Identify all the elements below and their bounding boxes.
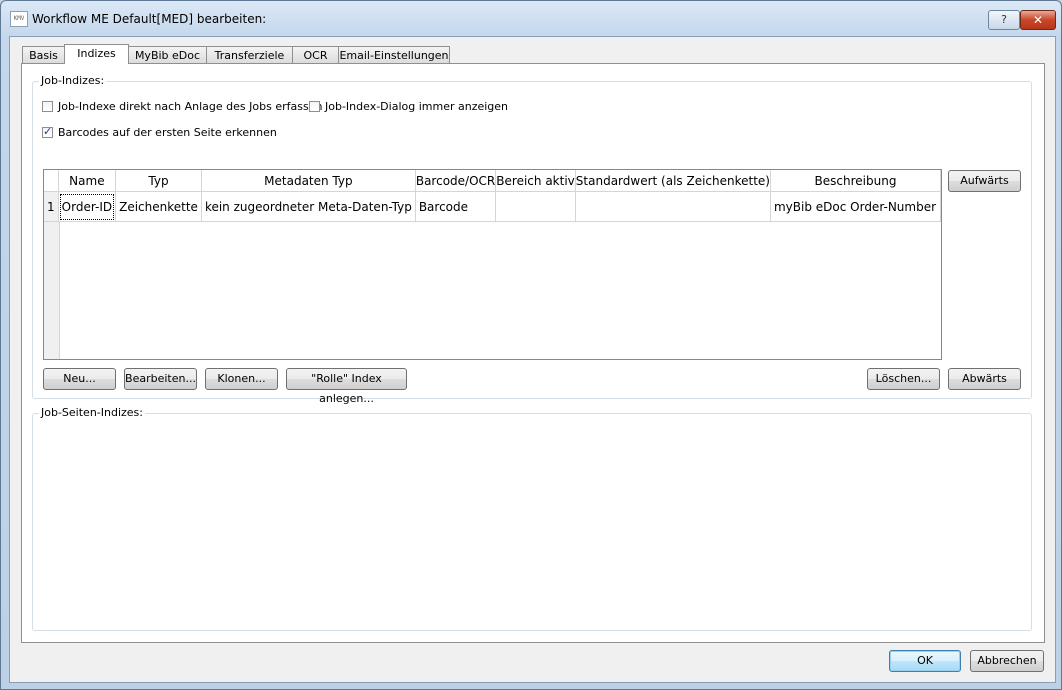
- move-down-button[interactable]: Abwärts: [948, 368, 1021, 390]
- row-number[interactable]: 1: [44, 191, 59, 222]
- column-header[interactable]: Metadaten Typ: [201, 170, 416, 192]
- column-header[interactable]: Beschreibung: [770, 170, 941, 192]
- edit-index-button[interactable]: Bearbeiten...: [124, 368, 197, 390]
- create-after-label: Job-Indexe direkt nach Anlage des Jobs e…: [58, 100, 323, 113]
- close-button[interactable]: ✕: [1020, 10, 1056, 30]
- create-after-checkbox[interactable]: Job-Indexe direkt nach Anlage des Jobs e…: [42, 100, 322, 113]
- show-dialog-checkbox[interactable]: Job-Index-Dialog immer anzeigen: [309, 100, 508, 113]
- checkbox-box[interactable]: [42, 101, 53, 112]
- page-indices-group: Job-Seiten-Indizes:: [32, 406, 1032, 631]
- tab-panel-indizes: Job-Indizes: Job-Indexe direkt nach Anla…: [21, 63, 1045, 643]
- cell-barcode-ocr[interactable]: Barcode: [415, 191, 497, 222]
- cell-metadaten-typ[interactable]: kein zugeordneter Meta-Daten-Typ: [201, 191, 416, 222]
- barcodes-label: Barcodes auf der ersten Seite erkennen: [58, 126, 277, 139]
- help-button[interactable]: ?: [988, 10, 1020, 30]
- table-row[interactable]: 1 Order-ID Zeichenkette kein zugeordnete…: [44, 191, 941, 222]
- ok-button[interactable]: OK: [889, 650, 961, 672]
- cell-name[interactable]: Order-ID: [58, 191, 117, 222]
- cell-typ[interactable]: Zeichenkette: [115, 191, 202, 222]
- page-indices-group-label: Job-Seiten-Indizes:: [39, 406, 145, 419]
- checkmark-icon: ✓: [43, 125, 53, 138]
- column-header[interactable]: Bereich aktiv: [495, 170, 576, 192]
- title-bar[interactable]: KMV Workflow ME Default[MED] bearbeiten:…: [1, 1, 1061, 35]
- indices-grid: Name Typ Metadaten Typ Barcode/OCR Berei…: [44, 170, 941, 222]
- move-up-button[interactable]: Aufwärts: [948, 170, 1021, 192]
- column-header[interactable]: Barcode/OCR: [415, 170, 497, 192]
- cell-bereich-aktiv[interactable]: [495, 191, 576, 222]
- dialog-client-area: Basis Indizes MyBib eDoc Transferziele O…: [9, 36, 1056, 683]
- job-indices-table[interactable]: Name Typ Metadaten Typ Barcode/OCR Berei…: [43, 169, 942, 360]
- clone-index-button[interactable]: Klonen...: [205, 368, 278, 390]
- job-indices-group-label: Job-Indizes:: [39, 74, 107, 87]
- tab-ocr[interactable]: OCR: [292, 46, 339, 63]
- checkbox-box[interactable]: [309, 101, 320, 112]
- barcodes-checkbox[interactable]: ✓ Barcodes auf der ersten Seite erkennen: [42, 125, 277, 139]
- tab-mybib-edoc[interactable]: MyBib eDoc: [128, 46, 207, 63]
- column-header[interactable]: Name: [58, 170, 117, 192]
- tab-email-einstellungen[interactable]: Email-Einstellungen: [338, 46, 450, 63]
- cancel-button[interactable]: Abbrechen: [970, 650, 1044, 672]
- checkbox-box[interactable]: ✓: [42, 125, 53, 138]
- corner-header: [44, 170, 59, 192]
- cell-beschreibung[interactable]: myBib eDoc Order-Number: [770, 191, 941, 222]
- tab-indizes[interactable]: Indizes: [64, 44, 129, 64]
- cell-standardwert[interactable]: [575, 191, 771, 222]
- column-header[interactable]: Typ: [115, 170, 202, 192]
- row-header-column: [44, 222, 60, 359]
- dialog-window: KMV Workflow ME Default[MED] bearbeiten:…: [0, 0, 1062, 690]
- delete-index-button[interactable]: Löschen...: [867, 368, 940, 390]
- window-title: Workflow ME Default[MED] bearbeiten:: [32, 12, 267, 26]
- tab-transferziele[interactable]: Transferziele: [206, 46, 293, 63]
- create-role-index-button[interactable]: "Rolle" Index anlegen...: [286, 368, 407, 405]
- column-header[interactable]: Standardwert (als Zeichenkette): [575, 170, 771, 192]
- tab-basis[interactable]: Basis: [22, 46, 65, 63]
- app-icon: KMV: [10, 11, 28, 27]
- new-index-button[interactable]: Neu...: [43, 368, 116, 390]
- show-dialog-label: Job-Index-Dialog immer anzeigen: [325, 100, 509, 113]
